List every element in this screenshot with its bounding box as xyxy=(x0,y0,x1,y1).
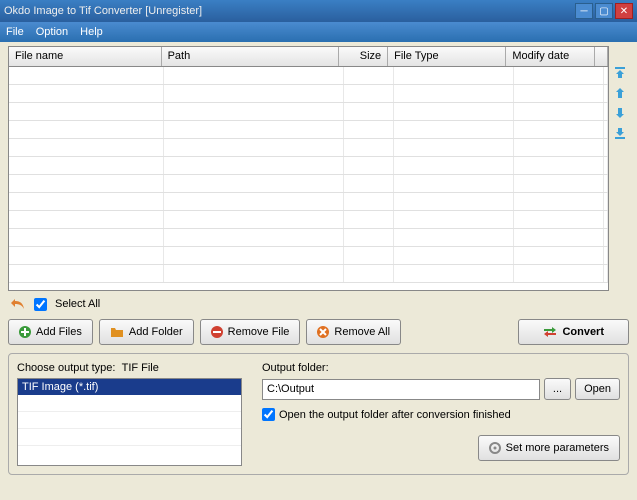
menu-option[interactable]: Option xyxy=(36,26,68,38)
table-row xyxy=(9,121,608,139)
col-size[interactable]: Size xyxy=(339,47,388,66)
open-folder-button[interactable]: Open xyxy=(575,378,620,400)
title-bar: Okdo Image to Tif Converter [Unregister]… xyxy=(0,0,637,22)
col-filetype[interactable]: File Type xyxy=(388,47,506,66)
convert-button[interactable]: Convert xyxy=(518,319,629,345)
set-parameters-button[interactable]: Set more parameters xyxy=(478,435,620,461)
table-row xyxy=(9,193,608,211)
remove-all-label: Remove All xyxy=(334,326,390,338)
remove-file-label: Remove File xyxy=(228,326,290,338)
browse-button[interactable]: ... xyxy=(544,378,571,400)
table-row xyxy=(9,103,608,121)
add-files-label: Add Files xyxy=(36,326,82,338)
add-folder-button[interactable]: Add Folder xyxy=(99,319,194,345)
col-path[interactable]: Path xyxy=(162,47,339,66)
add-folder-label: Add Folder xyxy=(129,326,183,338)
file-grid[interactable]: File name Path Size File Type Modify dat… xyxy=(8,46,609,291)
reorder-controls xyxy=(613,46,629,291)
close-button[interactable]: ✕ xyxy=(615,3,633,19)
table-row xyxy=(9,247,608,265)
convert-icon xyxy=(543,326,557,338)
output-type-option[interactable]: TIF Image (*.tif) xyxy=(18,379,241,395)
move-down-icon[interactable] xyxy=(613,106,627,120)
minimize-button[interactable]: ─ xyxy=(575,3,593,19)
table-row xyxy=(9,85,608,103)
col-modifydate[interactable]: Modify date xyxy=(506,47,595,66)
col-filename[interactable]: File name xyxy=(9,47,162,66)
undo-icon[interactable] xyxy=(10,297,26,311)
cancel-icon xyxy=(317,326,329,338)
remove-file-button[interactable]: Remove File xyxy=(200,319,301,345)
window-title: Okdo Image to Tif Converter [Unregister] xyxy=(4,5,575,17)
output-folder-input[interactable] xyxy=(262,379,540,400)
folder-icon xyxy=(110,326,124,338)
menu-file[interactable]: File xyxy=(6,26,24,38)
add-files-button[interactable]: Add Files xyxy=(8,319,93,345)
table-row xyxy=(9,139,608,157)
move-bottom-icon[interactable] xyxy=(613,126,627,140)
output-type-label: Choose output type: TIF File xyxy=(17,362,242,374)
table-row xyxy=(9,265,608,283)
table-row xyxy=(9,211,608,229)
minus-icon xyxy=(211,326,223,338)
output-panel: Choose output type: TIF File TIF Image (… xyxy=(8,353,629,475)
table-row xyxy=(9,175,608,193)
gear-icon xyxy=(489,442,501,454)
remove-all-button[interactable]: Remove All xyxy=(306,319,401,345)
grid-header: File name Path Size File Type Modify dat… xyxy=(9,47,608,67)
grid-body xyxy=(9,67,608,283)
select-all-label: Select All xyxy=(55,298,100,310)
menu-help[interactable]: Help xyxy=(80,26,103,38)
open-after-label: Open the output folder after conversion … xyxy=(279,409,511,421)
col-end xyxy=(595,47,608,66)
move-top-icon[interactable] xyxy=(613,66,627,80)
output-folder-label: Output folder: xyxy=(262,362,620,374)
set-parameters-label: Set more parameters xyxy=(506,442,609,454)
table-row xyxy=(9,229,608,247)
menu-bar: File Option Help xyxy=(0,22,637,42)
move-up-icon[interactable] xyxy=(613,86,627,100)
output-type-list[interactable]: TIF Image (*.tif) xyxy=(17,378,242,466)
open-after-checkbox[interactable] xyxy=(262,408,275,421)
plus-icon xyxy=(19,326,31,338)
convert-label: Convert xyxy=(562,326,604,338)
table-row xyxy=(9,157,608,175)
select-all-checkbox[interactable] xyxy=(34,298,47,311)
table-row xyxy=(9,67,608,85)
maximize-button[interactable]: ▢ xyxy=(595,3,613,19)
